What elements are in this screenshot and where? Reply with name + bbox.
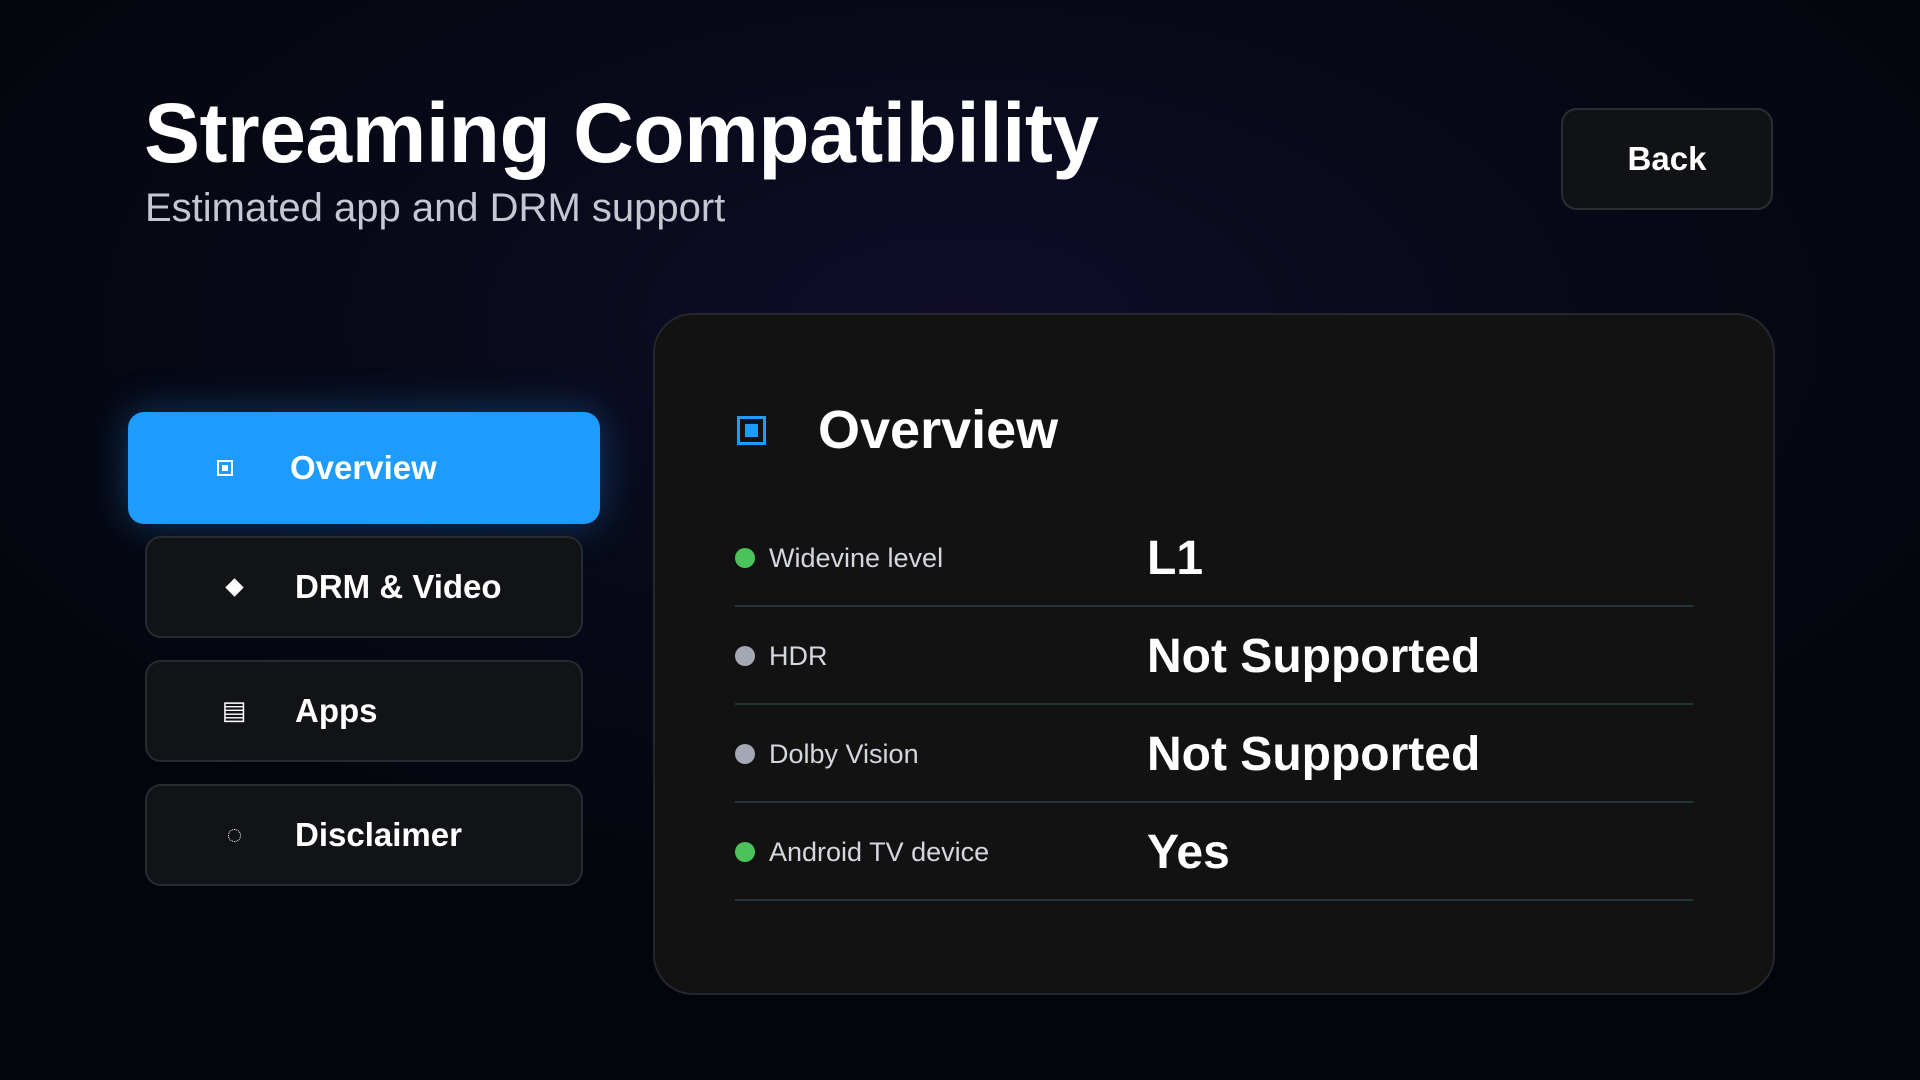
circle-icon	[219, 828, 249, 842]
nav-item-label: Disclaimer	[295, 816, 462, 853]
row-value: Not Supported	[1147, 727, 1481, 781]
status-dot	[735, 842, 755, 862]
row-value: L1	[1147, 531, 1204, 585]
info-row-hdr: HDR Not Supported	[735, 609, 1693, 705]
row-label: HDR	[769, 640, 828, 671]
row-label: Dolby Vision	[769, 738, 919, 769]
info-row-dolby-vision: Dolby Vision Not Supported	[735, 707, 1693, 803]
status-dot	[735, 548, 755, 568]
row-value: Yes	[1147, 825, 1230, 879]
row-label: Android TV device	[769, 836, 990, 867]
sidebar-nav: Overview DRM & Video ▤ Apps Disclaimer	[128, 412, 600, 908]
square-icon	[737, 415, 766, 445]
nav-item-label: Apps	[295, 692, 378, 729]
row-label: Widevine level	[769, 542, 944, 573]
nav-item-drm-video[interactable]: DRM & Video	[145, 536, 583, 638]
info-row-android-tv: Android TV device Yes	[735, 805, 1693, 901]
page-title: Streaming Compatibility	[144, 86, 1099, 180]
square-icon	[210, 460, 240, 476]
panel-title: Overview	[818, 400, 1059, 460]
page-subtitle: Estimated app and DRM support	[145, 186, 726, 230]
overview-panel: Overview Widevine level L1 HDR Not Suppo…	[653, 313, 1775, 995]
nav-item-label: DRM & Video	[295, 568, 502, 605]
panel-header: Overview	[737, 399, 1058, 461]
info-row-widevine: Widevine level L1	[735, 511, 1693, 607]
status-dot	[735, 744, 755, 764]
info-list: Widevine level L1 HDR Not Supported Dolb…	[735, 511, 1693, 903]
back-button[interactable]: Back	[1561, 108, 1773, 210]
nav-item-label: Overview	[290, 449, 437, 486]
diamond-icon	[219, 577, 249, 597]
nav-item-apps[interactable]: ▤ Apps	[145, 660, 583, 762]
nav-item-disclaimer[interactable]: Disclaimer	[145, 784, 583, 886]
row-value: Not Supported	[1147, 629, 1481, 683]
status-dot	[735, 646, 755, 666]
nav-item-overview[interactable]: Overview	[128, 412, 600, 524]
document-icon: ▤	[221, 696, 247, 726]
